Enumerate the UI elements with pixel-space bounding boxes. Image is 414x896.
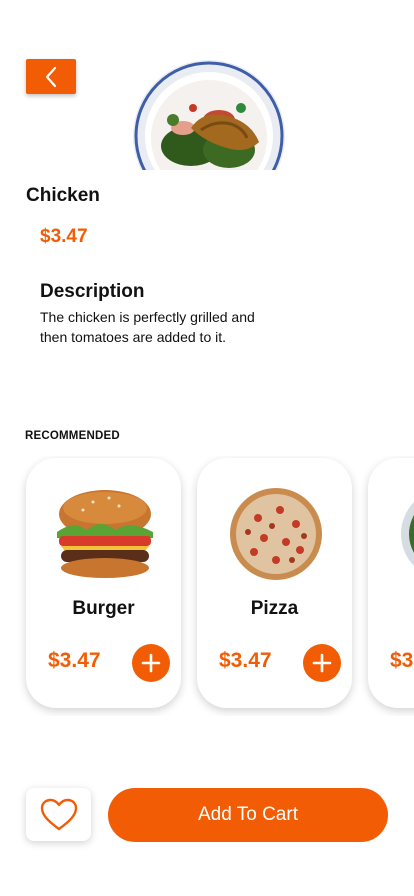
add-button[interactable] [303,644,341,682]
chevron-left-icon [45,66,57,87]
card-price: $3 [390,649,414,672]
favorite-button[interactable] [26,788,91,841]
recommended-heading: RECOMMENDED [25,430,120,442]
card-name: Pizza [250,598,299,619]
heart-outline-icon [40,798,77,830]
card-price: $3.47 [219,649,272,672]
description-heading: Description [40,281,145,302]
recommended-carousel[interactable]: Burger $3.47 Pizza $3.47 $3 [0,456,414,716]
back-button[interactable] [26,59,76,94]
description-text: The chicken is perfectly grilled and the… [40,309,255,345]
product-price: $3.47 [40,226,88,247]
card-price: $3.47 [48,649,101,672]
food-image [401,501,414,567]
card-name: Burger [72,598,135,619]
recommended-card[interactable]: Pizza $3.47 [197,458,352,708]
product-title: Chicken [26,185,100,206]
plus-icon [141,653,161,673]
burger-image [57,490,153,578]
recommended-card[interactable]: M $3 [368,458,414,708]
add-to-cart-button[interactable]: Add To Cart [108,788,388,842]
card-name: M [368,598,414,620]
product-image [131,58,287,170]
plus-icon [312,653,332,673]
recommended-card[interactable]: Burger $3.47 [26,458,181,708]
pizza-image [230,488,322,580]
add-button[interactable] [132,644,170,682]
